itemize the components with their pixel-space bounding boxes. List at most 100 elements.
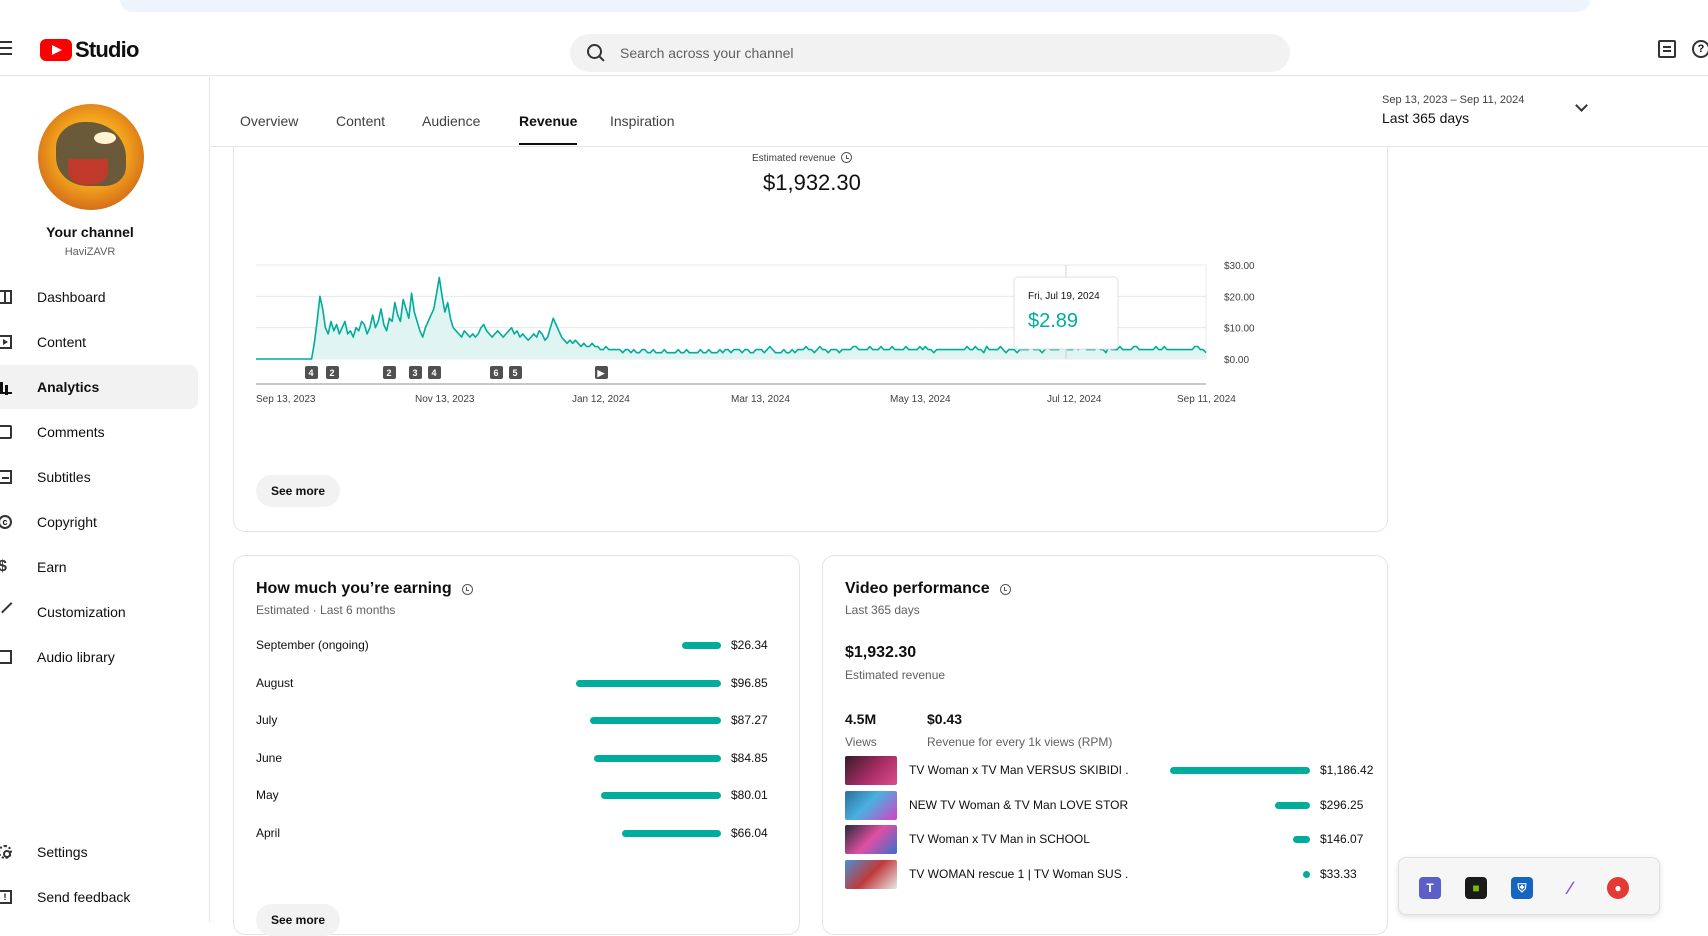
views-label: Views	[845, 735, 877, 749]
see-more-earnings-button[interactable]: See more	[256, 904, 341, 936]
upload-marker[interactable]: 4	[305, 366, 318, 379]
x-tick-label: May 13, 2024	[890, 394, 951, 405]
video-revenue-bar	[1303, 870, 1310, 878]
tab-content[interactable]: Content	[336, 113, 385, 145]
estimated-revenue-value: $1,932.30	[763, 170, 861, 195]
studio-logo[interactable]: Studio	[40, 37, 139, 63]
sidebar-item-customization[interactable]: Customization	[0, 590, 198, 634]
svg-text:▶: ▶	[597, 368, 606, 378]
menu-icon[interactable]	[0, 41, 12, 59]
search-bar[interactable]: Search across your channel	[570, 34, 1290, 72]
earnings-row: August $96.85	[256, 674, 776, 694]
video-revenue-value: $1,186.42	[1320, 763, 1374, 777]
search-input[interactable]: Search across your channel	[620, 45, 794, 61]
browser-address-bar[interactable]	[120, 0, 1590, 12]
see-more-button[interactable]: See more	[256, 475, 341, 507]
video-performance-card: Video performance Last 365 days $1,932.3…	[822, 555, 1388, 935]
history-icon	[461, 584, 473, 595]
sidebar-item-copyright[interactable]: c Copyright	[0, 500, 198, 544]
sidebar-item-settings[interactable]: Settings	[0, 830, 198, 874]
earnings-bar	[590, 717, 721, 724]
video-title[interactable]: TV WOMAN rescue 1 | TV Woman SUS ...	[909, 867, 1129, 881]
system-tray-popup: T ■ ⛨ ∕ ●	[1398, 857, 1660, 915]
video-row[interactable]: TV WOMAN rescue 1 | TV Woman SUS ... $33.…	[845, 859, 1365, 890]
nvidia-icon[interactable]: ■	[1465, 877, 1487, 899]
video-title[interactable]: NEW TV Woman & TV Man LOVE STOR...	[909, 798, 1129, 812]
help-icon[interactable]: ?	[1692, 40, 1708, 58]
sidebar-item-audio-library[interactable]: Audio library	[0, 635, 198, 679]
sidebar-item-comments[interactable]: Comments	[0, 410, 198, 454]
video-thumbnail[interactable]	[845, 825, 897, 854]
video-thumbnail[interactable]	[845, 859, 897, 889]
earnings-month: September (ongoing)	[256, 638, 369, 652]
earnings-bar	[593, 754, 721, 762]
feather-icon[interactable]: ∕	[1559, 877, 1581, 899]
earn-icon: $	[0, 558, 7, 575]
earnings-subtitle: Estimated · Last 6 months	[256, 603, 396, 617]
history-icon	[841, 152, 853, 163]
channel-avatar[interactable]	[38, 104, 144, 210]
audio-library-icon	[0, 650, 12, 664]
video-thumbnail[interactable]	[845, 790, 897, 820]
logo-text: Studio	[75, 37, 139, 62]
video-row[interactable]: TV Woman x TV Man VERSUS SKIBIDI ... $1,1…	[845, 756, 1373, 786]
video-row[interactable]: NEW TV Woman & TV Man LOVE STOR... $296.2…	[845, 790, 1365, 821]
subtitles-icon	[0, 470, 12, 484]
upload-marker[interactable]: 3	[409, 366, 422, 379]
upload-marker[interactable]: 2	[383, 366, 396, 379]
earnings-month: June	[256, 750, 283, 765]
search-icon[interactable]	[586, 43, 606, 63]
sidebar-item-analytics[interactable]: Analytics	[0, 365, 198, 409]
video-revenue-bar	[1292, 836, 1310, 843]
settings-icon	[0, 845, 12, 859]
sidebar-item-earn[interactable]: $ Earn	[0, 545, 198, 589]
upload-marker[interactable]: 2	[326, 366, 339, 379]
sidebar-item-dashboard[interactable]: Dashboard	[0, 275, 198, 319]
content-icon	[0, 335, 12, 349]
chevron-down-icon[interactable]	[1575, 99, 1588, 112]
video-revenue-value: $296.25	[1320, 797, 1364, 812]
video-row[interactable]: TV Woman x TV Man in SCHOOL $146.07	[845, 825, 1365, 855]
notification-app-icon[interactable]: ●	[1607, 877, 1629, 899]
earnings-bar	[576, 679, 721, 687]
y-tick-label: $0.00	[1224, 355, 1249, 366]
youtube-play-icon	[40, 39, 72, 61]
upload-marker[interactable]: 5	[509, 366, 522, 379]
tab-audience[interactable]: Audience	[422, 113, 480, 145]
date-range-preset: Last 365 days	[1382, 110, 1470, 126]
tab-inspiration[interactable]: Inspiration	[610, 113, 675, 145]
earnings-bar	[622, 829, 721, 837]
comments-icon	[0, 425, 12, 439]
svg-text:6: 6	[493, 368, 498, 378]
svg-text:2: 2	[329, 368, 334, 378]
video-title[interactable]: TV Woman x TV Man VERSUS SKIBIDI ...	[909, 763, 1129, 777]
messages-icon[interactable]	[1658, 40, 1676, 58]
sidebar-item-send-feedback[interactable]: ! Send feedback	[0, 875, 198, 919]
earnings-value: $66.04	[731, 825, 768, 840]
sidebar-item-subtitles[interactable]: Subtitles	[0, 455, 198, 499]
earnings-row: April $66.04	[256, 824, 776, 844]
y-tick-label: $30.00	[1224, 261, 1255, 272]
video-thumbnail[interactable]	[845, 756, 897, 785]
total-revenue-label: Estimated revenue	[845, 668, 946, 682]
revenue-chart-card: Estimated revenue $1,932.30 $30.00 $20.00…	[233, 130, 1388, 532]
revenue-line-chart[interactable]: $30.00 $20.00 $10.00 $0.00 Sep 13, 2023 Nov 1…	[234, 255, 1389, 555]
svg-text:4: 4	[308, 368, 313, 378]
svg-text:5: 5	[512, 368, 517, 378]
video-title[interactable]: TV Woman x TV Man in SCHOOL	[909, 832, 1129, 846]
upload-marker[interactable]: 6	[490, 366, 503, 379]
upload-marker[interactable]: ▶	[595, 366, 608, 379]
earnings-value: $84.85	[731, 750, 768, 765]
earnings-value: $87.27	[731, 713, 768, 727]
sidebar: Your channel HaviZAVR Dashboard Content …	[0, 77, 210, 922]
upload-marker[interactable]: 4	[428, 366, 441, 379]
video-revenue-bar	[1170, 767, 1310, 774]
dashboard-icon	[0, 290, 12, 304]
teams-icon[interactable]: T	[1419, 877, 1441, 899]
security-shield-icon[interactable]: ⛨	[1511, 877, 1533, 899]
sidebar-item-content[interactable]: Content	[0, 320, 198, 364]
your-channel-label: Your channel	[46, 224, 134, 240]
date-range-selector[interactable]: Sep 13, 2023 – Sep 11, 2024 Last 365 day…	[1382, 94, 1524, 126]
tab-overview[interactable]: Overview	[240, 113, 298, 145]
tab-revenue[interactable]: Revenue	[519, 113, 578, 145]
